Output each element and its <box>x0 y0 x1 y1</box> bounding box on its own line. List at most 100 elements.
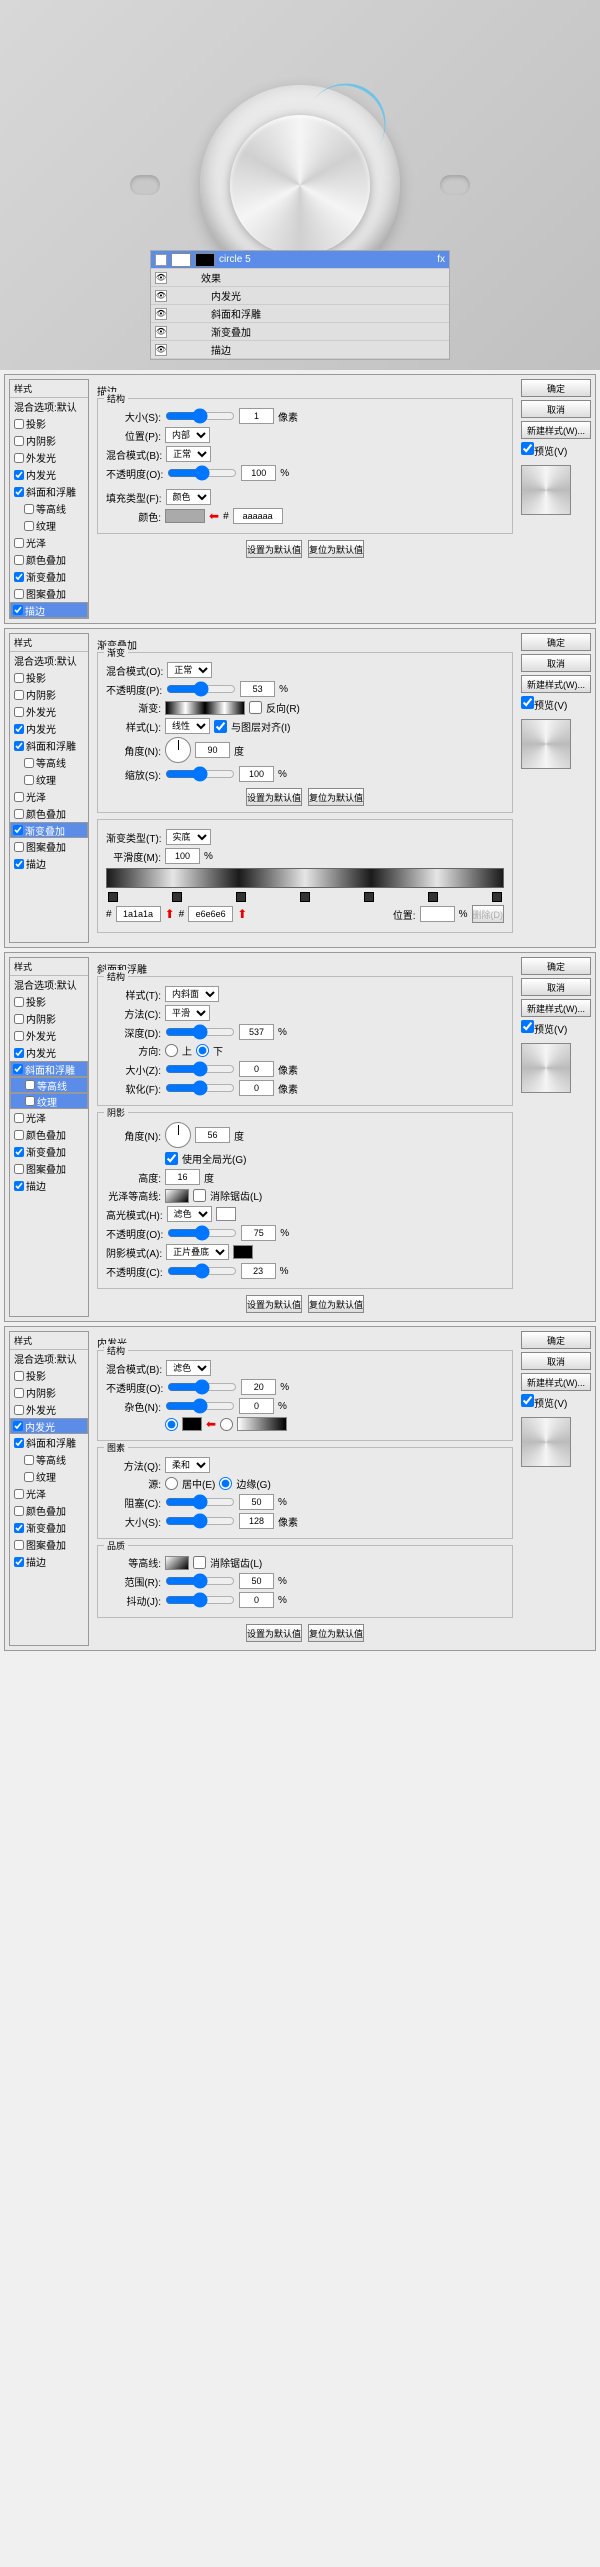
shadow-color[interactable] <box>233 1245 253 1259</box>
opacity-slider[interactable] <box>167 1380 237 1394</box>
opacity-input[interactable] <box>240 681 275 697</box>
gradient-bar[interactable] <box>106 868 504 888</box>
anti-alias-check[interactable] <box>193 1189 206 1202</box>
si-drop-shadow[interactable]: 投影 <box>10 669 88 686</box>
scale-slider[interactable] <box>165 767 235 781</box>
si-stroke[interactable]: 描边 <box>10 855 88 872</box>
smooth-input[interactable] <box>165 848 200 864</box>
si-contour[interactable]: 等高线 <box>10 500 88 517</box>
tech-select[interactable]: 柔和 <box>165 1457 210 1473</box>
color-stop[interactable] <box>492 892 502 902</box>
dir-up[interactable] <box>165 1044 178 1057</box>
size-slider[interactable] <box>165 1514 235 1528</box>
reset-default-button[interactable]: 复位为默认值 <box>308 540 364 558</box>
cancel-button[interactable]: 取消 <box>521 1352 591 1370</box>
noise-slider[interactable] <box>165 1399 235 1413</box>
depth-input[interactable] <box>239 1024 274 1040</box>
preview-check[interactable]: 预览(V) <box>521 1020 591 1036</box>
si-pattern-overlay[interactable]: 图案叠加 <box>10 1536 88 1553</box>
contour-picker[interactable] <box>165 1189 189 1203</box>
type-select[interactable]: 实底 <box>166 829 211 845</box>
angle-dial[interactable] <box>165 737 191 763</box>
opacity-input[interactable] <box>241 465 276 481</box>
cancel-button[interactable]: 取消 <box>521 978 591 996</box>
anti-alias-check[interactable] <box>193 1556 206 1569</box>
style-select[interactable]: 内斜面 <box>165 986 219 1002</box>
reverse-check[interactable] <box>249 701 262 714</box>
si-bevel[interactable]: 斜面和浮雕 <box>10 737 88 754</box>
si-contour[interactable]: 等高线 <box>10 754 88 771</box>
visibility-icon[interactable]: 👁 <box>155 344 167 356</box>
si-color-overlay[interactable]: 颜色叠加 <box>10 805 88 822</box>
color-radio[interactable] <box>165 1418 178 1431</box>
si-pattern-overlay[interactable]: 图案叠加 <box>10 1160 88 1177</box>
si-inner-shadow[interactable]: 内阴影 <box>10 1384 88 1401</box>
global-light-check[interactable] <box>165 1152 178 1165</box>
si-gradient-overlay[interactable]: 渐变叠加 <box>10 1519 88 1536</box>
ok-button[interactable]: 确定 <box>521 633 591 651</box>
si-outer-glow[interactable]: 外发光 <box>10 703 88 720</box>
hop-input[interactable] <box>241 1225 276 1241</box>
si-satin[interactable]: 光泽 <box>10 534 88 551</box>
si-stroke[interactable]: 描边 <box>10 1177 88 1194</box>
opacity-slider[interactable] <box>166 682 236 696</box>
gradient-radio[interactable] <box>220 1418 233 1431</box>
si-stroke[interactable]: 描边 <box>10 602 88 618</box>
position-select[interactable]: 内部 <box>165 427 210 443</box>
fx-inner-glow[interactable]: 👁内发光 <box>151 287 449 305</box>
color-stop[interactable] <box>364 892 374 902</box>
size-input[interactable] <box>239 1061 274 1077</box>
src-edge[interactable] <box>219 1477 232 1490</box>
scale-input[interactable] <box>239 766 274 782</box>
sop-input[interactable] <box>241 1263 276 1279</box>
tech-select[interactable]: 平滑 <box>165 1005 210 1021</box>
fx-stroke[interactable]: 👁描边 <box>151 341 449 359</box>
si-inner-shadow[interactable]: 内阴影 <box>10 686 88 703</box>
angle-dial[interactable] <box>165 1122 191 1148</box>
new-style-button[interactable]: 新建样式(W)... <box>521 999 591 1017</box>
opacity-slider[interactable] <box>167 466 237 480</box>
reset-default-button[interactable]: 复位为默认值 <box>308 1624 364 1642</box>
preview-check[interactable]: 预览(V) <box>521 1394 591 1410</box>
blend-select[interactable]: 滤色 <box>166 1360 211 1376</box>
size-slider[interactable] <box>165 1062 235 1076</box>
si-texture[interactable]: 纹理 <box>10 517 88 534</box>
hop-slider[interactable] <box>167 1226 237 1240</box>
make-default-button[interactable]: 设置为默认值 <box>246 540 302 558</box>
delete-button[interactable]: 删除(D) <box>472 905 505 923</box>
range-input[interactable] <box>239 1573 274 1589</box>
ok-button[interactable]: 确定 <box>521 957 591 975</box>
noise-input[interactable] <box>239 1398 274 1414</box>
si-color-overlay[interactable]: 颜色叠加 <box>10 551 88 568</box>
choke-slider[interactable] <box>165 1495 235 1509</box>
glow-color[interactable] <box>182 1417 202 1431</box>
reset-default-button[interactable]: 复位为默认值 <box>308 1295 364 1313</box>
si-satin[interactable]: 光泽 <box>10 1109 88 1126</box>
si-color-overlay[interactable]: 颜色叠加 <box>10 1126 88 1143</box>
loc-input[interactable] <box>420 906 455 922</box>
ok-button[interactable]: 确定 <box>521 1331 591 1349</box>
src-center[interactable] <box>165 1477 178 1490</box>
depth-slider[interactable] <box>165 1025 235 1039</box>
preview-check[interactable]: 预览(V) <box>521 442 591 458</box>
fx-gradient[interactable]: 👁渐变叠加 <box>151 323 449 341</box>
si-contour[interactable]: 等高线 <box>10 1077 88 1093</box>
preview-check[interactable]: 预览(V) <box>521 696 591 712</box>
color-stop[interactable] <box>236 892 246 902</box>
contour-picker[interactable] <box>165 1556 189 1570</box>
si-texture[interactable]: 纹理 <box>10 1468 88 1485</box>
si-contour[interactable]: 等高线 <box>10 1451 88 1468</box>
make-default-button[interactable]: 设置为默认值 <box>246 1295 302 1313</box>
blend-options[interactable]: 混合选项:默认 <box>10 976 88 993</box>
si-color-overlay[interactable]: 颜色叠加 <box>10 1502 88 1519</box>
visibility-icon[interactable]: 👁 <box>155 254 167 266</box>
make-default-button[interactable]: 设置为默认值 <box>246 788 302 806</box>
new-style-button[interactable]: 新建样式(W)... <box>521 675 591 693</box>
si-pattern-overlay[interactable]: 图案叠加 <box>10 585 88 602</box>
layer-row-selected[interactable]: 👁circle 5fx <box>151 251 449 269</box>
sop-slider[interactable] <box>167 1264 237 1278</box>
si-texture[interactable]: 纹理 <box>10 1093 88 1109</box>
si-stroke[interactable]: 描边 <box>10 1553 88 1570</box>
color-stop[interactable] <box>172 892 182 902</box>
new-style-button[interactable]: 新建样式(W)... <box>521 1373 591 1391</box>
